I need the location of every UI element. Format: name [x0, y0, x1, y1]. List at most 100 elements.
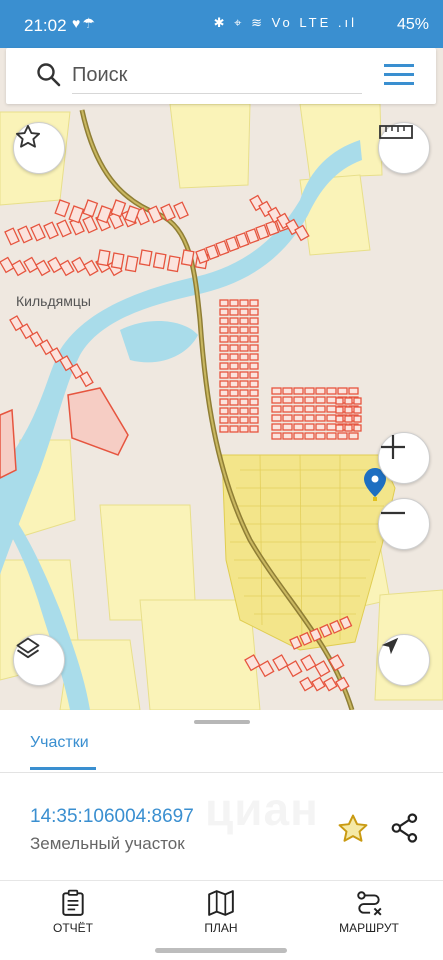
building-footprint	[304, 387, 315, 395]
gesture-bar	[155, 948, 287, 953]
bottom-navigation: ОТЧЁТ ПЛАН МАРШРУТ	[0, 880, 443, 942]
building-footprint	[239, 335, 249, 343]
building-footprint	[239, 317, 249, 325]
building-footprint	[348, 432, 359, 440]
building-footprint	[239, 407, 249, 415]
building-footprint	[348, 387, 359, 395]
layers-button[interactable]	[13, 634, 65, 686]
building-footprint	[249, 371, 259, 379]
zoom-out-button[interactable]	[378, 498, 430, 550]
building-footprint	[326, 387, 337, 395]
parcel-type: Земельный участок	[30, 834, 185, 853]
building-footprint	[239, 380, 249, 388]
favorites-button[interactable]	[13, 122, 65, 174]
route-icon	[357, 891, 382, 916]
building-footprint	[219, 317, 229, 325]
building-footprint	[219, 335, 229, 343]
notification-icons: ♥☂	[72, 15, 97, 31]
building-footprint	[353, 424, 362, 432]
building-footprint	[229, 389, 239, 397]
building-footprint	[229, 425, 239, 433]
building-footprint	[271, 405, 282, 413]
search-input[interactable]	[72, 58, 362, 94]
building-footprint	[239, 371, 249, 379]
building-footprint	[304, 396, 315, 404]
building-footprint	[282, 387, 293, 395]
building-footprint	[219, 362, 229, 370]
map-view[interactable]: Кильдямцы	[0, 48, 443, 710]
building-footprint	[293, 432, 304, 440]
building-footprint	[229, 308, 239, 316]
nav-route[interactable]: МАРШРУТ	[314, 889, 424, 935]
building-footprint	[239, 353, 249, 361]
building-footprint	[282, 396, 293, 404]
my-location-button[interactable]	[378, 634, 430, 686]
building-footprint	[124, 255, 139, 273]
building-footprint	[293, 396, 304, 404]
divider	[0, 772, 443, 773]
building-footprint	[229, 380, 239, 388]
building-footprint	[353, 415, 362, 423]
building-footprint	[293, 414, 304, 422]
nav-plan-label: ПЛАН	[204, 921, 238, 935]
building-footprint	[326, 405, 337, 413]
tab-parcels[interactable]: Участки	[30, 734, 89, 752]
building-footprint	[249, 344, 259, 352]
building-footprint	[353, 397, 362, 405]
building-footprint	[337, 387, 348, 395]
building-footprint	[180, 249, 195, 267]
building-footprint	[344, 406, 353, 414]
measure-button[interactable]	[378, 122, 430, 174]
nav-plan[interactable]: ПЛАН	[166, 889, 276, 935]
building-footprint	[166, 255, 181, 273]
building-footprint	[271, 432, 282, 440]
building-footprint	[304, 432, 315, 440]
ruler-icon	[379, 125, 413, 139]
building-footprint	[229, 335, 239, 343]
battery-level: 45%	[396, 16, 429, 33]
watermark: циан	[205, 782, 319, 836]
minus-icon	[381, 511, 405, 515]
building-footprint	[239, 362, 249, 370]
building-footprint	[249, 389, 259, 397]
building-footprint	[326, 423, 337, 431]
clipboard-icon	[62, 889, 84, 916]
share-icon[interactable]	[390, 812, 420, 844]
building-footprint	[229, 344, 239, 352]
zoom-in-button[interactable]	[378, 432, 430, 484]
building-footprint	[239, 416, 249, 424]
building-footprint	[315, 432, 326, 440]
sheet-drag-handle[interactable]	[194, 720, 250, 724]
building-footprint	[229, 362, 239, 370]
system-icons: ✱ ⌖ ≋ Vo LTE .ıl	[213, 15, 357, 30]
nav-report[interactable]: ОТЧЁТ	[18, 889, 128, 935]
building-footprint	[239, 326, 249, 334]
building-footprint	[229, 407, 239, 415]
building-footprint	[219, 407, 229, 415]
building-footprint	[249, 317, 259, 325]
parcel-cadastral-number[interactable]: 14:35:106004:8697	[30, 806, 194, 828]
building-footprint	[229, 398, 239, 406]
building-footprint	[304, 423, 315, 431]
building-footprint	[249, 335, 259, 343]
building-footprint	[249, 416, 259, 424]
building-footprint	[138, 249, 153, 267]
search-icon[interactable]	[36, 62, 62, 88]
building-footprint	[282, 414, 293, 422]
menu-icon[interactable]	[384, 64, 414, 86]
building-footprint	[219, 299, 229, 307]
building-footprint	[219, 353, 229, 361]
search-bar	[6, 48, 436, 104]
building-footprint	[315, 405, 326, 413]
star-favorite-icon[interactable]	[336, 812, 370, 846]
building-footprint	[249, 308, 259, 316]
building-footprint	[271, 423, 282, 431]
building-footprint	[219, 398, 229, 406]
map-canvas: Кильдямцы	[0, 48, 443, 710]
building-footprint	[335, 415, 344, 423]
building-footprint	[293, 405, 304, 413]
building-footprint	[219, 308, 229, 316]
map-icon	[208, 890, 234, 916]
building-footprint	[110, 252, 125, 270]
building-footprint	[229, 353, 239, 361]
